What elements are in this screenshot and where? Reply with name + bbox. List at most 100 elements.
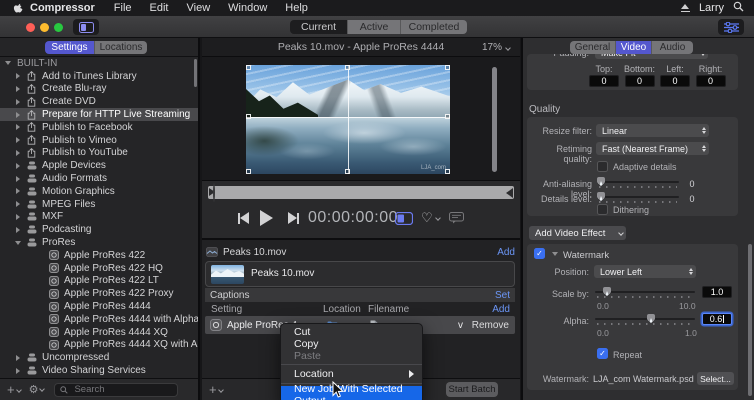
add-job-button[interactable]: + (209, 382, 223, 397)
padding-right-field[interactable]: 0 (696, 75, 726, 87)
resize-filter-popup[interactable]: Linear (596, 124, 709, 137)
context-menu-item-copy[interactable]: Copy (281, 338, 422, 350)
tab-audio[interactable]: Audio (652, 41, 693, 54)
captions-set-link[interactable]: Set (495, 290, 510, 301)
sidebar-item-motion-graphics[interactable]: Motion Graphics (0, 185, 198, 198)
scale-slider[interactable] (595, 286, 695, 299)
anti-aliasing-slider[interactable] (597, 176, 679, 189)
menu-edit[interactable]: Edit (150, 2, 169, 14)
tab-video[interactable]: Video (616, 41, 652, 54)
disclosure-right-icon[interactable] (14, 368, 22, 374)
sidebar-toggle-icon[interactable] (73, 19, 99, 35)
remove-link[interactable]: Remove (472, 320, 509, 331)
next-frame-button[interactable] (288, 205, 299, 231)
tab-active[interactable]: Active (348, 20, 401, 34)
crop-handle[interactable] (246, 65, 251, 70)
crop-handle[interactable] (246, 169, 251, 174)
scale-value-field[interactable]: 1.0 (702, 286, 732, 298)
disclosure-down-icon[interactable] (4, 61, 12, 65)
sidebar-item-publish-to-youtube[interactable]: Publish to YouTube (0, 147, 198, 160)
crop-handle[interactable] (445, 114, 450, 119)
disclosure-right-icon[interactable] (14, 163, 22, 169)
retiming-quality-popup[interactable]: Fast (Nearest Frame) (596, 142, 709, 155)
tab-settings[interactable]: Settings (45, 41, 95, 54)
watermark-enabled-checkbox[interactable]: ✓ (534, 248, 545, 259)
sidebar-item-create-blu-ray[interactable]: Create Blu-ray (0, 83, 198, 96)
disclosure-down-icon[interactable] (14, 241, 22, 245)
select-watermark-button[interactable]: Select... (697, 372, 734, 385)
search-field[interactable] (54, 383, 178, 397)
sidebar-item-mxf[interactable]: MXF (0, 211, 198, 224)
sidebar-item-apple-prores-4444-xq-with-alpha[interactable]: Apple ProRes 4444 XQ with Alpha (0, 339, 198, 352)
context-menu-item-cut[interactable]: Cut (281, 326, 422, 338)
tab-general[interactable]: General (570, 41, 616, 54)
playhead[interactable] (213, 184, 220, 200)
disclosure-right-icon[interactable] (14, 214, 22, 220)
disclosure-right-icon[interactable] (14, 86, 22, 92)
crop-handle[interactable] (246, 114, 251, 119)
sidebar-item-video-sharing-services[interactable]: Video Sharing Services (0, 364, 198, 377)
disclosure-right-icon[interactable] (14, 188, 22, 194)
adaptive-details-checkbox[interactable] (597, 161, 608, 172)
compare-icon[interactable] (395, 205, 413, 231)
eject-icon[interactable] (681, 4, 690, 12)
add-setting-button[interactable]: + (7, 382, 21, 397)
sidebar-item-create-dvd[interactable]: Create DVD (0, 95, 198, 108)
zoom-button[interactable] (54, 23, 63, 32)
sidebar-item-apple-prores-422-proxy[interactable]: Apple ProRes 422 Proxy (0, 287, 198, 300)
disclosure-right-icon[interactable] (14, 150, 22, 156)
padding-popup[interactable]: Make Fit (595, 54, 708, 59)
app-menu-compressor[interactable]: Compressor (30, 2, 95, 14)
menu-bar-user[interactable]: Larry (699, 2, 724, 14)
menu-view[interactable]: View (187, 2, 211, 14)
favorite-icon[interactable]: ♡ (421, 205, 440, 231)
scrubber-out-marker[interactable] (506, 188, 513, 198)
padding-top-field[interactable]: 0 (589, 75, 619, 87)
zoom-level-dropdown[interactable]: 17% (482, 38, 510, 57)
context-menu-item-location[interactable]: Location (281, 367, 422, 381)
disclosure-right-icon[interactable] (14, 176, 22, 182)
search-icon[interactable] (733, 1, 744, 15)
padding-bottom-field[interactable]: 0 (625, 75, 655, 87)
job-add-link[interactable]: Add (497, 247, 515, 258)
play-button[interactable] (260, 205, 273, 231)
minimize-button[interactable] (40, 23, 49, 32)
disclosure-right-icon[interactable] (14, 99, 22, 105)
padding-left-field[interactable]: 0 (660, 75, 690, 87)
tab-locations[interactable]: Locations (95, 41, 147, 54)
inspector-scrollbar[interactable] (748, 244, 752, 396)
output-add-link[interactable]: Add (492, 304, 510, 315)
crop-handle[interactable] (345, 169, 350, 174)
sidebar-item-prores[interactable]: ProRes (0, 236, 198, 249)
tab-current[interactable]: Current (290, 20, 348, 34)
sidebar-item-podcasting[interactable]: Podcasting (0, 223, 198, 236)
search-input[interactable] (72, 383, 172, 396)
sidebar-item-add-to-itunes-library[interactable]: Add to iTunes Library (0, 70, 198, 83)
menu-help[interactable]: Help (285, 2, 308, 14)
sidebar-item-apple-prores-422-hq[interactable]: Apple ProRes 422 HQ (0, 262, 198, 275)
sidebar-item-audio-formats[interactable]: Audio Formats (0, 172, 198, 185)
sidebar-item-apple-prores-4444-xq[interactable]: Apple ProRes 4444 XQ (0, 326, 198, 339)
sidebar-item-publish-to-vimeo[interactable]: Publish to Vimeo (0, 134, 198, 147)
filter-icon[interactable] (718, 19, 744, 35)
sidebar-item-uncompressed[interactable]: Uncompressed (0, 351, 198, 364)
disclosure-right-icon[interactable] (14, 73, 22, 79)
alpha-value-field[interactable]: 0.6 (702, 313, 732, 325)
disclosure-right-icon[interactable] (14, 112, 22, 118)
compare-split-vertical-line[interactable] (348, 65, 349, 174)
previous-frame-button[interactable] (238, 205, 249, 231)
sidebar-item-apple-prores-4444-with-alpha[interactable]: Apple ProRes 4444 with Alpha (0, 313, 198, 326)
gear-icon[interactable]: ⚙ (29, 383, 45, 396)
add-video-effect-button[interactable]: Add Video Effect (529, 226, 626, 240)
context-menu-item-new-job-with-selected-output[interactable]: New Job With Selected Output (281, 386, 422, 400)
crop-handle[interactable] (345, 65, 350, 70)
disclosure-right-icon[interactable] (14, 227, 22, 233)
source-media-card[interactable]: Peaks 10.mov (205, 261, 515, 287)
sidebar-item-apple-devices[interactable]: Apple Devices (0, 159, 198, 172)
sidebar-item-built-in[interactable]: BUILT-IN (0, 57, 198, 70)
details-level-slider[interactable] (597, 191, 679, 204)
crop-handle[interactable] (445, 65, 450, 70)
dithering-checkbox[interactable] (597, 204, 608, 215)
timeline-scrubber[interactable] (208, 186, 514, 199)
sidebar-item-apple-prores-422[interactable]: Apple ProRes 422 (0, 249, 198, 262)
